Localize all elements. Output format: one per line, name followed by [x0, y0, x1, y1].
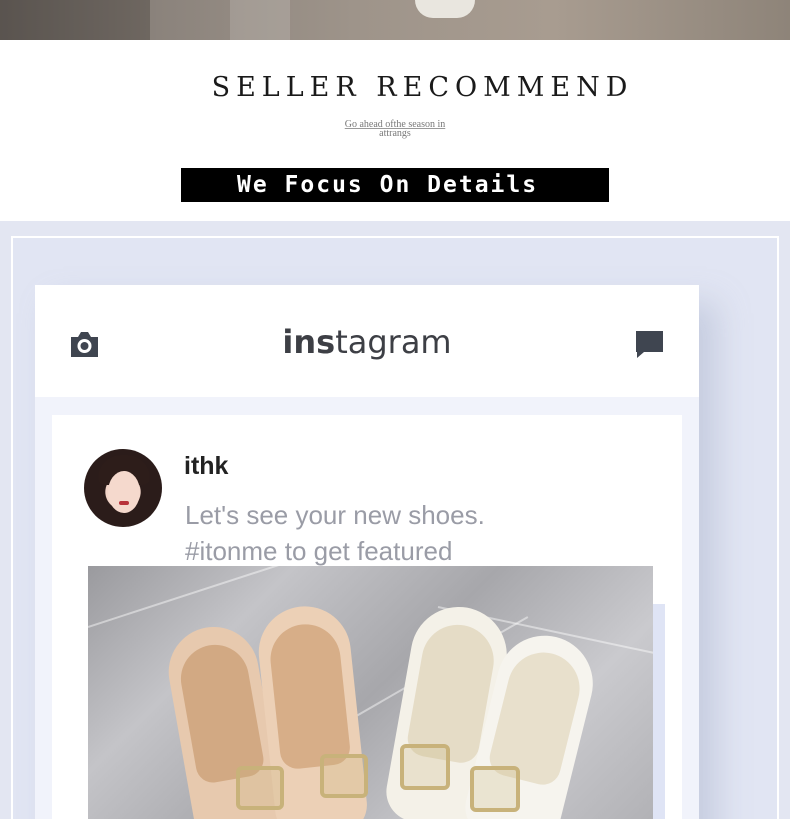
caption-line-2: #itonme to get featured — [185, 536, 453, 566]
instagram-logo: instagram — [0, 323, 734, 361]
logo-rest-part: tagram — [335, 323, 452, 361]
message-icon[interactable] — [634, 329, 665, 359]
photo-highlight — [230, 0, 290, 40]
seller-subtitle: Go ahead ofthe season in attrangs — [335, 120, 455, 139]
logo-bold-part: ins — [282, 323, 336, 361]
caption-line-1: Let's see your new shoes. — [185, 500, 485, 530]
post-username[interactable]: ithk — [184, 452, 228, 481]
shoe-insole — [175, 639, 267, 786]
shoe-insole — [267, 621, 352, 771]
shoe-toe-image — [415, 0, 475, 18]
card-side-shadow — [653, 604, 665, 819]
avatar-lips — [119, 501, 129, 505]
post-caption: Let's see your new shoes. #itonme to get… — [185, 497, 485, 569]
top-product-photo — [0, 0, 790, 40]
focus-banner: We Focus On Details — [181, 168, 609, 202]
avatar-face — [108, 471, 140, 513]
avatar[interactable] — [84, 449, 162, 527]
seller-recommend-title: SELLER RECOMMEND — [211, 72, 634, 103]
gold-buckle — [236, 766, 284, 810]
post-product-photo[interactable] — [88, 566, 653, 819]
gold-buckle — [320, 754, 368, 798]
subtitle-line-2: attrangs — [379, 128, 411, 139]
photo-shadow — [0, 0, 150, 40]
gold-buckle — [470, 766, 520, 812]
gold-buckle — [400, 744, 450, 790]
